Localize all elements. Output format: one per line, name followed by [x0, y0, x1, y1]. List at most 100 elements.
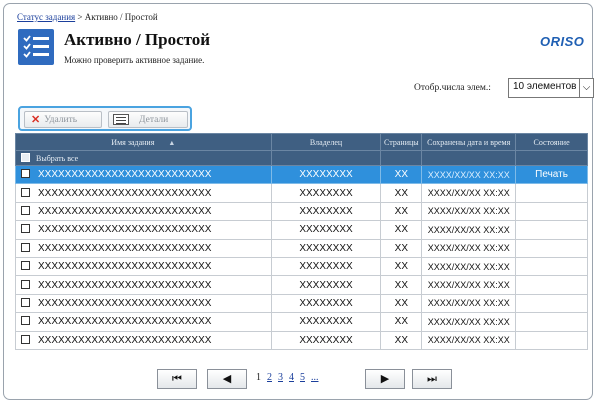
- status-cell: [515, 183, 588, 203]
- saved-datetime-cell: XXXX/XX/XX XX:XX: [421, 293, 517, 314]
- select-all-cell[interactable]: Выбрать все: [15, 150, 272, 166]
- owner-cell: XXXXXXXX: [270, 275, 382, 295]
- saved-datetime-cell: XXXX/XX/XX XX:XX: [421, 164, 517, 185]
- owner-cell: XXXXXXXX: [270, 164, 382, 185]
- breadcrumb-separator: >: [75, 12, 85, 22]
- job-name-cell: XXXXXXXXXXXXXXXXXXXXXXXXXX: [15, 164, 272, 185]
- table-row[interactable]: XXXXXXXXXXXXXXXXXXXXXXXXXX XXXXXXXX XX XXXX…: [15, 275, 588, 295]
- delete-button[interactable]: ✕ Удалить: [24, 111, 102, 128]
- job-name-cell: XXXXXXXXXXXXXXXXXXXXXXXXXX: [15, 201, 272, 222]
- table-row[interactable]: XXXXXXXXXXXXXXXXXXXXXXXXXX XXXXXXXX XX XXXX…: [15, 201, 588, 222]
- status-cell: [515, 238, 588, 258]
- row-checkbox[interactable]: [21, 261, 30, 271]
- owner-cell: XXXXXXXX: [270, 201, 382, 222]
- pages-cell: XX: [380, 330, 423, 350]
- breadcrumb-link-job-status[interactable]: Статус задания: [17, 12, 75, 22]
- row-checkbox[interactable]: [21, 334, 30, 344]
- job-name: XXXXXXXXXXXXXXXXXXXXXXXXXX: [38, 224, 212, 236]
- table-row[interactable]: XXXXXXXXXXXXXXXXXXXXXXXXXX XXXXXXXX XX XXXX…: [15, 183, 588, 203]
- job-name-cell: XXXXXXXXXXXXXXXXXXXXXXXXXX: [15, 275, 272, 295]
- saved-datetime-cell: XXXX/XX/XX XX:XX: [421, 256, 517, 277]
- select-all-checkbox[interactable]: [21, 153, 30, 162]
- delete-icon: ✕: [31, 114, 41, 126]
- pages-cell: XX: [380, 275, 423, 295]
- page-link[interactable]: 2: [267, 372, 272, 383]
- row-checkbox[interactable]: [21, 205, 30, 215]
- first-page-button[interactable]: ⏮: [157, 369, 197, 389]
- current-page-number: 1: [256, 372, 261, 383]
- page-link[interactable]: 5: [300, 372, 305, 383]
- pages-cell: XX: [380, 164, 423, 185]
- job-name: XXXXXXXXXXXXXXXXXXXXXXXXXX: [38, 334, 212, 346]
- pages-cell: XX: [380, 312, 423, 332]
- pages-cell: XX: [380, 183, 423, 203]
- row-checkbox[interactable]: [21, 316, 30, 326]
- job-name: XXXXXXXXXXXXXXXXXXXXXXXXXX: [38, 205, 212, 217]
- row-checkbox[interactable]: [21, 224, 30, 234]
- job-name-cell: XXXXXXXXXXXXXXXXXXXXXXXXXX: [15, 220, 272, 240]
- action-toolbar: ✕ Удалить Детали: [18, 106, 192, 131]
- job-name: XXXXXXXXXXXXXXXXXXXXXXXXXX: [38, 279, 212, 291]
- pages-cell: XX: [380, 293, 423, 314]
- owner-cell: XXXXXXXX: [270, 220, 382, 240]
- prev-page-icon: ◀: [222, 372, 232, 385]
- column-header-job-name[interactable]: Имя задания ▲: [15, 133, 272, 151]
- saved-datetime-cell: XXXX/XX/XX XX:XX: [421, 183, 517, 203]
- per-page-value: 10 элементов: [513, 81, 577, 92]
- next-page-button[interactable]: ▶: [365, 369, 405, 389]
- table-row[interactable]: XXXXXXXXXXXXXXXXXXXXXXXXXX XXXXXXXX XX XXXX…: [15, 220, 588, 240]
- row-checkbox[interactable]: [21, 187, 30, 197]
- pages-cell: XX: [380, 238, 423, 258]
- select-all-label: Выбрать все: [36, 154, 79, 163]
- table-row[interactable]: XXXXXXXXXXXXXXXXXXXXXXXXXX XXXXXXXX XX XXXX…: [15, 238, 588, 258]
- column-header-pages[interactable]: Страницы: [380, 133, 423, 151]
- per-page-label: Отобр.числа элем.:: [414, 83, 491, 93]
- table-row[interactable]: XXXXXXXXXXXXXXXXXXXXXXXXXX XXXXXXXX XX XXXX…: [15, 164, 588, 185]
- job-name-cell: XXXXXXXXXXXXXXXXXXXXXXXXXX: [15, 183, 272, 203]
- table-row[interactable]: XXXXXXXXXXXXXXXXXXXXXXXXXX XXXXXXXX XX XXXX…: [15, 256, 588, 277]
- column-header-status[interactable]: Состояние: [515, 133, 588, 151]
- page-link[interactable]: 4: [289, 372, 294, 383]
- status-cell: [515, 220, 588, 240]
- column-header-saved-datetime[interactable]: Сохранены дата и время: [421, 133, 517, 151]
- saved-datetime-cell: XXXX/XX/XX XX:XX: [421, 238, 517, 258]
- status-cell: [515, 293, 588, 314]
- saved-datetime-cell: XXXX/XX/XX XX:XX: [421, 312, 517, 332]
- next-page-icon: ▶: [380, 372, 390, 385]
- page-numbers: 1 2 3 4 5...: [256, 372, 325, 383]
- details-button-label: Детали: [139, 114, 169, 125]
- job-name: XXXXXXXXXXXXXXXXXXXXXXXXXX: [38, 242, 212, 254]
- owner-cell: XXXXXXXX: [270, 183, 382, 203]
- per-page-select[interactable]: 10 элементов ⌵: [508, 78, 594, 98]
- status-cell: [515, 312, 588, 332]
- row-checkbox[interactable]: [21, 279, 30, 289]
- pages-cell: XX: [380, 201, 423, 222]
- owner-cell: XXXXXXXX: [270, 238, 382, 258]
- last-page-button[interactable]: ⏭: [412, 369, 452, 389]
- table-row[interactable]: XXXXXXXXXXXXXXXXXXXXXXXXXX XXXXXXXX XX XXXX…: [15, 312, 588, 332]
- saved-datetime-cell: XXXX/XX/XX XX:XX: [421, 275, 517, 295]
- status-cell: Печать: [515, 164, 588, 185]
- job-name-cell: XXXXXXXXXXXXXXXXXXXXXXXXXX: [15, 330, 272, 350]
- table-row[interactable]: XXXXXXXXXXXXXXXXXXXXXXXXXX XXXXXXXX XX XXXX…: [15, 330, 588, 350]
- row-checkbox[interactable]: [21, 297, 30, 307]
- row-checkbox[interactable]: [21, 169, 30, 179]
- status-cell: [515, 275, 588, 295]
- sort-caret-icon: ▲: [168, 138, 176, 147]
- chevron-down-icon: ⌵: [579, 78, 593, 98]
- table-row[interactable]: XXXXXXXXXXXXXXXXXXXXXXXXXX XXXXXXXX XX XXXX…: [15, 293, 588, 314]
- job-name-cell: XXXXXXXXXXXXXXXXXXXXXXXXXX: [15, 312, 272, 332]
- status-cell: [515, 201, 588, 222]
- last-page-icon: ⏭: [427, 372, 437, 385]
- more-pages-link[interactable]: ...: [311, 372, 319, 383]
- details-button[interactable]: Детали: [108, 111, 188, 128]
- brand-logo: ORISO: [540, 34, 585, 49]
- page-title: Активно / Простой: [64, 30, 211, 49]
- jobs-table: Имя задания ▲ Владелец Страницы Сохранены…: [15, 133, 588, 350]
- row-checkbox[interactable]: [21, 242, 30, 252]
- prev-page-button[interactable]: ◀: [207, 369, 247, 389]
- pages-cell: XX: [380, 220, 423, 240]
- saved-datetime-cell: XXXX/XX/XX XX:XX: [421, 220, 517, 240]
- column-header-owner[interactable]: Владелец: [270, 133, 382, 151]
- page-link[interactable]: 3: [278, 372, 283, 383]
